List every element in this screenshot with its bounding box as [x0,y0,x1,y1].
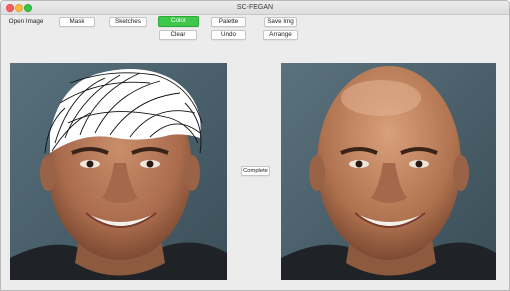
window-title: SC-FEGAN [236,4,274,11]
input-face-image [10,63,227,280]
app-window: SC-FEGAN Open Image Mask Sketches Color … [0,0,510,291]
sketches-button[interactable]: Sketches [109,17,147,27]
clear-button[interactable]: Clear [159,30,197,40]
output-canvas [281,63,496,280]
open-image-button[interactable]: Open Image [6,17,46,27]
mask-button[interactable]: Mask [59,17,95,27]
complete-button[interactable]: Complete [241,166,270,176]
input-canvas[interactable] [10,63,227,280]
color-button[interactable]: Color [158,16,199,27]
save-img-button[interactable]: Save Img [264,17,297,27]
output-face-image [281,63,496,280]
arrange-button[interactable]: Arrange [263,30,298,40]
title-bar: SC-FEGAN [1,1,509,15]
undo-button[interactable]: Undo [211,30,246,40]
palette-button[interactable]: Palette [211,17,246,27]
